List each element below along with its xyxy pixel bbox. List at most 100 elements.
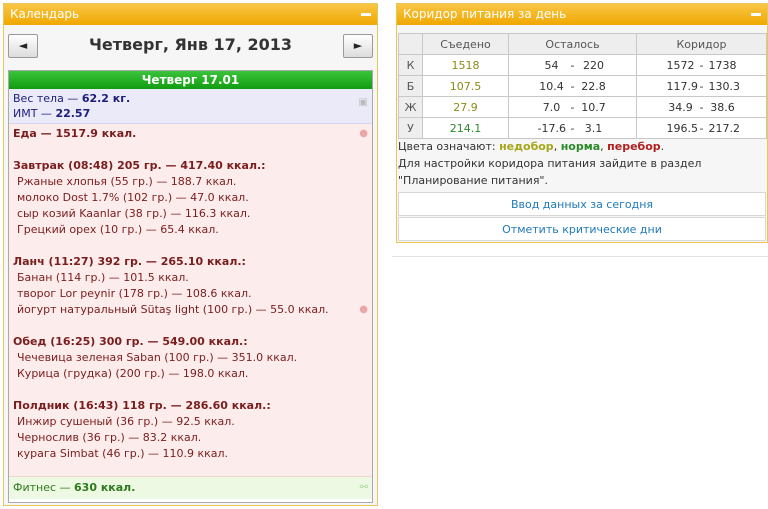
corridor-panel-title: Коридор питания за день: [403, 7, 567, 21]
bmi-value: 22.57: [55, 107, 91, 120]
dumbbell-icon[interactable]: ⚯: [360, 477, 368, 499]
food-section[interactable]: Еда — 1517.9 ккал. Завтрак (08:48) 205 г…: [9, 124, 372, 477]
remaining-min: -17.6: [537, 121, 566, 135]
remaining-max: 3.1: [584, 121, 603, 135]
food-item: сыр козий Kaanlar (38 гр.) — 116.3 ккал.: [17, 207, 251, 220]
food-item: Ржаные хлопья (55 гр.) — 188.7 ккал.: [17, 175, 237, 188]
food-total-line: Еда — 1517.9 ккал.: [13, 126, 368, 142]
divider: [392, 256, 768, 257]
bmi-line: ИМТ — 22.57: [13, 106, 368, 121]
table-header: [398, 33, 423, 55]
remaining-cell: 7.0-10.7: [508, 96, 637, 118]
enter-today-data-button[interactable]: Ввод данных за сегодня: [398, 192, 766, 216]
food-item: молоко Dost 1.7% (102 гр.) — 47.0 ккал.: [17, 191, 249, 204]
food-item: курага Simbat (46 гр.) — 110.9 ккал.: [17, 447, 229, 460]
legend-prefix: Цвета означают:: [398, 140, 500, 153]
minimize-icon[interactable]: [751, 13, 761, 16]
legend-separator: ,: [553, 140, 561, 153]
bmi-label: ИМТ —: [13, 107, 56, 120]
next-day-button[interactable]: ►: [343, 34, 373, 58]
corridor-min: 117.9: [666, 79, 699, 93]
fitness-label: Фитнес —: [13, 481, 75, 494]
settings-hint-line1: Для настройки коридора питания зайдите в…: [398, 157, 702, 170]
legend-end: .: [660, 140, 665, 153]
eaten-cell: 107.5: [422, 75, 509, 97]
prev-day-button[interactable]: ◄: [8, 34, 38, 58]
food-item: Чернослив (36 гр.) — 83.2 ккал.: [17, 431, 202, 444]
range-dash: -: [570, 121, 575, 135]
corridor-min: 196.5: [666, 121, 699, 135]
eaten-cell: 1518: [422, 54, 509, 76]
food-item: Чечевица зеленая Saban (100 гр.) — 351.0…: [17, 351, 298, 364]
food-item: йогурт натуральный Sütaş light (100 гр.)…: [17, 303, 329, 316]
legend-over: перебор: [607, 140, 661, 153]
corridor-max: 38.6: [710, 100, 735, 114]
range-dash: -: [699, 79, 704, 93]
corridor-cell: 117.9-130.3: [636, 75, 767, 97]
remaining-max: 220: [583, 58, 604, 72]
meal-header: Полдник (16:43) 118 гр. — 286.60 ккал.:: [13, 399, 271, 412]
date-navigation: ◄ Четверг, Янв 17, 2013 ►: [4, 25, 377, 65]
weight-value: 62.2 кг.: [81, 92, 131, 105]
food-item: творог Lor peynir (178 гр.) — 108.6 ккал…: [17, 287, 252, 300]
table-row: Ж 27.9 7.0-10.7 34.9-38.6: [398, 96, 767, 118]
range-dash: -: [570, 58, 575, 72]
corridor-cell: 34.9-38.6: [636, 96, 767, 118]
day-header[interactable]: Четверг 17.01: [9, 71, 372, 89]
color-legend: Цвета означают: недобор, норма, перебор.: [398, 138, 766, 155]
meal-header: Ланч (11:27) 392 гр. — 265.10 ккал.:: [13, 255, 246, 268]
fitness-section[interactable]: Фитнес — 630 ккал. ⚯: [9, 477, 372, 499]
mark-critical-days-button[interactable]: Отметить критические дни: [398, 217, 766, 241]
corridor-min: 34.9: [668, 100, 693, 114]
meal-header: Обед (16:25) 300 гр. — 549.00 ккал.:: [13, 335, 248, 348]
remaining-min: 7.0: [542, 100, 561, 114]
calendar-panel-title: Календарь: [10, 7, 80, 21]
corridor-min: 1572: [666, 58, 695, 72]
legend-under: недобор: [499, 140, 554, 153]
row-label: К: [398, 54, 423, 76]
corridor-info: Цвета означают: недобор, норма, перебор.…: [398, 138, 766, 189]
corridor-cell: 1572-1738: [636, 54, 767, 76]
food-item: Грецкий орех (10 гр.) — 65.4 ккал.: [17, 223, 219, 236]
weight-section[interactable]: Вес тела — 62.2 кг. ИМТ — 22.57 ▣: [9, 89, 372, 124]
remaining-max: 10.7: [581, 100, 606, 114]
remaining-cell: -17.6-3.1: [508, 117, 637, 139]
corridor-panel-header: Коридор питания за день: [397, 4, 767, 25]
food-item: Инжир сушеный (36 гр.) — 92.5 ккал.: [17, 415, 235, 428]
day-summary: Четверг 17.01 Вес тела — 62.2 кг. ИМТ — …: [8, 70, 373, 503]
table-header: Съедено: [422, 33, 509, 55]
row-label: У: [398, 117, 423, 139]
table-row: К 1518 54-220 1572-1738: [398, 54, 767, 76]
eaten-cell: 214.1: [422, 117, 509, 139]
meal-header: Завтрак (08:48) 205 гр. — 417.40 ккал.:: [13, 159, 266, 172]
remaining-cell: 54-220: [508, 54, 637, 76]
apple-icon[interactable]: ●: [359, 304, 368, 315]
range-dash: -: [699, 121, 704, 135]
table-header-row: Съедено Осталось Коридор: [398, 33, 767, 55]
table-row: Б 107.5 10.4-22.8 117.9-130.3: [398, 75, 767, 97]
scale-icon[interactable]: ▣: [359, 97, 368, 108]
weight-label: Вес тела —: [13, 92, 82, 105]
range-dash: -: [699, 100, 704, 114]
calendar-panel: Календарь ◄ Четверг, Янв 17, 2013 ► Четв…: [3, 3, 378, 506]
corridor-table: Съедено Осталось Коридор К 1518 54-220 1…: [398, 33, 767, 139]
calendar-panel-header: Календарь: [4, 4, 377, 25]
remaining-cell: 10.4-22.8: [508, 75, 637, 97]
range-dash: -: [699, 58, 704, 72]
food-total-value: 1517.9 ккал.: [55, 127, 137, 140]
food-item: Курица (грудка) (200 гр.) — 198.0 ккал.: [17, 367, 249, 380]
eaten-cell: 27.9: [422, 96, 509, 118]
minimize-icon[interactable]: [361, 13, 371, 16]
remaining-min: 10.4: [539, 79, 564, 93]
corridor-max: 1738: [708, 58, 737, 72]
food-total-label: Еда —: [13, 127, 56, 140]
settings-hint-line2: "Планирование питания".: [398, 174, 548, 187]
legend-normal: норма: [560, 140, 601, 153]
range-dash: -: [570, 79, 575, 93]
corridor-panel: Коридор питания за день Съедено Осталось…: [396, 3, 768, 243]
apple-icon[interactable]: ●: [359, 128, 368, 139]
corridor-max: 130.3: [708, 79, 741, 93]
remaining-max: 22.8: [581, 79, 606, 93]
row-label: Б: [398, 75, 423, 97]
remaining-min: 54: [544, 58, 559, 72]
